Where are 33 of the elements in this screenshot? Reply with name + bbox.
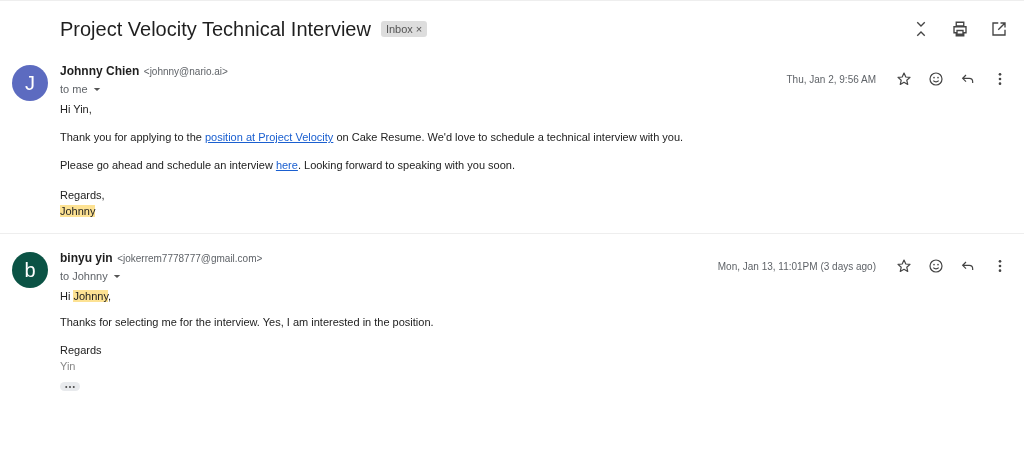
show-trimmed-content-button[interactable] xyxy=(60,382,80,391)
avatar: b xyxy=(12,252,48,288)
recipients-dropdown[interactable]: to me xyxy=(60,83,101,95)
link[interactable]: position at Project Velocity xyxy=(204,131,334,143)
open-in-new-window-icon[interactable] xyxy=(990,20,1008,38)
emoji-icon[interactable] xyxy=(928,71,944,87)
sender-email: <jokerrem7778777@gmail.com> xyxy=(117,253,263,264)
message-paragraph: Thank you for applying to the position at Project Velocity on Cake Resume. We'd love to schedule a technical interview with you. xyxy=(60,131,685,143)
message-paragraph: Hi Johnny, xyxy=(60,290,113,302)
message-paragraph: Thanks for selecting me for the interview. Yes, I am interested in the position. xyxy=(60,316,435,328)
caret-icon xyxy=(112,273,121,279)
signature-line: Yin xyxy=(60,359,77,374)
ellipsis-icon xyxy=(64,384,76,389)
message-date: Mon, Jan 13, 11:01PM (3 days ago) xyxy=(717,260,876,272)
emoji-icon[interactable] xyxy=(928,258,944,274)
star-icon[interactable] xyxy=(896,258,912,274)
link[interactable]: here xyxy=(275,159,298,171)
signature-line: Regards, xyxy=(60,188,106,203)
message-paragraph: Please go ahead and schedule an interview here. Looking forward to speaking with you soon. xyxy=(60,159,516,171)
inbox-label: Inbox × xyxy=(380,21,428,37)
message-date: Thu, Jan 2, 9:56 AM xyxy=(786,73,876,85)
caret-icon xyxy=(92,86,101,92)
avatar: J xyxy=(12,65,48,101)
signature-line: Regards xyxy=(60,343,103,358)
star-icon[interactable] xyxy=(896,71,912,87)
sender-name: binyu yin xyxy=(60,251,113,265)
email-subject: Project Velocity Technical Interview xyxy=(60,17,371,41)
message-paragraph: Hi Yin, xyxy=(60,103,93,115)
recipients-dropdown[interactable]: to Johnny xyxy=(60,270,121,282)
sender-name: Johnny Chien xyxy=(60,64,140,78)
print-icon[interactable] xyxy=(951,20,969,38)
remove-label-button[interactable]: × xyxy=(415,23,423,35)
sender-email: <johnny@nario.ai> xyxy=(143,66,228,77)
